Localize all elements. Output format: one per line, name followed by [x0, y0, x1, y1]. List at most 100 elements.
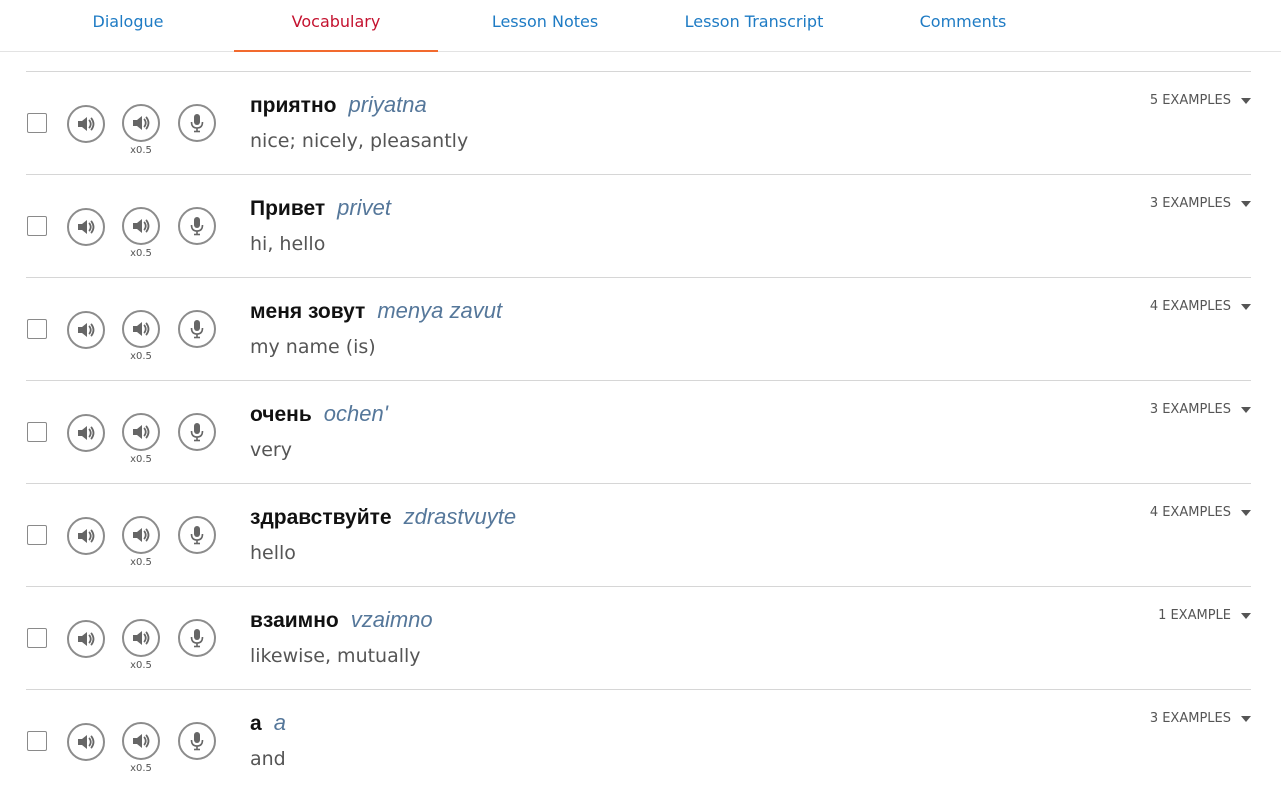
- select-word-checkbox[interactable]: [27, 422, 47, 442]
- play-slow-audio-button[interactable]: [122, 310, 160, 348]
- select-word-checkbox[interactable]: [27, 113, 47, 133]
- examples-toggle[interactable]: 1 EXAMPLE: [1158, 608, 1251, 623]
- tab-lesson-notes[interactable]: Lesson Notes: [440, 0, 650, 52]
- slow-speed-label: x0.5: [130, 145, 152, 156]
- lesson-tab-bar: Dialogue Vocabulary Lesson Notes Lesson …: [0, 0, 1281, 52]
- vocabulary-row: x0.5 Привет privet hi, hello 3 EXAMPLES: [26, 175, 1251, 278]
- record-voice-button[interactable]: [178, 413, 216, 451]
- slow-speed-label: x0.5: [130, 351, 152, 362]
- play-audio-button[interactable]: [67, 414, 105, 452]
- record-voice-button[interactable]: [178, 619, 216, 657]
- tab-comments[interactable]: Comments: [858, 0, 1068, 52]
- record-voice-button[interactable]: [178, 722, 216, 760]
- examples-toggle[interactable]: 5 EXAMPLES: [1150, 93, 1251, 108]
- speaker-icon: [133, 734, 150, 748]
- examples-toggle[interactable]: 3 EXAMPLES: [1150, 402, 1251, 417]
- play-audio-button[interactable]: [67, 723, 105, 761]
- play-audio-button[interactable]: [67, 620, 105, 658]
- english-meaning: and: [250, 748, 286, 770]
- select-word-checkbox[interactable]: [27, 319, 47, 339]
- microphone-icon: [190, 320, 204, 339]
- slow-speed-label: x0.5: [130, 557, 152, 568]
- vocabulary-row: x0.5 меня зовут menya zavut my name (is) …: [26, 278, 1251, 381]
- slow-speed-label: x0.5: [130, 454, 152, 465]
- record-voice-button[interactable]: [178, 207, 216, 245]
- tab-dialogue[interactable]: Dialogue: [24, 0, 232, 52]
- caret-down-icon: [1241, 715, 1251, 722]
- word-heading: Привет privet: [250, 195, 391, 221]
- vocabulary-row: x0.5 взаимно vzaimno likewise, mutually 1…: [26, 587, 1251, 690]
- russian-word: а: [250, 712, 262, 735]
- select-word-checkbox[interactable]: [27, 525, 47, 545]
- caret-down-icon: [1241, 97, 1251, 104]
- vocabulary-row: x0.5 аa and 3 EXAMPLES: [26, 690, 1251, 793]
- transliteration: ochen': [323, 401, 388, 426]
- tab-vocabulary[interactable]: Vocabulary: [234, 0, 438, 52]
- english-meaning: nice; nicely, pleasantly: [250, 130, 469, 152]
- word-heading: очень ochen': [250, 401, 388, 427]
- select-word-checkbox[interactable]: [27, 216, 47, 236]
- transliteration: a: [273, 710, 286, 735]
- word-heading: аa: [250, 710, 286, 736]
- speaker-icon: [78, 529, 95, 543]
- slow-speed-label: x0.5: [130, 763, 152, 774]
- microphone-icon: [190, 526, 204, 545]
- play-slow-audio-button[interactable]: [122, 104, 160, 142]
- play-slow-audio-button[interactable]: [122, 207, 160, 245]
- word-heading: приятно priyatna: [250, 92, 427, 118]
- transliteration: menya zavut: [377, 298, 503, 323]
- examples-count: 3 EXAMPLES: [1149, 196, 1231, 211]
- play-audio-button[interactable]: [67, 517, 105, 555]
- russian-word: Привет: [250, 197, 326, 220]
- examples-toggle[interactable]: 4 EXAMPLES: [1150, 299, 1251, 314]
- word-heading: меня зовут menya zavut: [250, 298, 502, 324]
- vocabulary-row: x0.5 приятно priyatna nice; nicely, pleas…: [26, 72, 1251, 175]
- caret-down-icon: [1241, 406, 1251, 413]
- examples-count: 4 EXAMPLES: [1149, 505, 1231, 520]
- russian-word: взаимно: [250, 609, 339, 632]
- play-slow-audio-button[interactable]: [122, 722, 160, 760]
- select-word-checkbox[interactable]: [27, 731, 47, 751]
- examples-toggle[interactable]: 3 EXAMPLES: [1150, 711, 1251, 726]
- record-voice-button[interactable]: [178, 516, 216, 554]
- microphone-icon: [190, 114, 204, 133]
- russian-word: приятно: [250, 94, 337, 117]
- examples-count: 3 EXAMPLES: [1149, 402, 1231, 417]
- microphone-icon: [190, 423, 204, 442]
- transliteration: priyatna: [348, 92, 427, 117]
- microphone-icon: [190, 217, 204, 236]
- vocabulary-list: x0.5 приятно priyatna nice; nicely, pleas…: [26, 71, 1251, 793]
- play-slow-audio-button[interactable]: [122, 619, 160, 657]
- speaker-icon: [78, 632, 95, 646]
- play-audio-button[interactable]: [67, 208, 105, 246]
- play-audio-button[interactable]: [67, 311, 105, 349]
- english-meaning: my name (is): [250, 336, 376, 358]
- speaker-icon: [133, 631, 150, 645]
- select-word-checkbox[interactable]: [27, 628, 47, 648]
- english-meaning: very: [250, 439, 292, 461]
- english-meaning: likewise, mutually: [250, 645, 421, 667]
- examples-toggle[interactable]: 3 EXAMPLES: [1150, 196, 1251, 211]
- slow-speed-label: x0.5: [130, 248, 152, 259]
- record-voice-button[interactable]: [178, 310, 216, 348]
- russian-word: здравствуйте: [250, 506, 392, 529]
- play-slow-audio-button[interactable]: [122, 413, 160, 451]
- tab-lesson-transcript[interactable]: Lesson Transcript: [652, 0, 856, 52]
- speaker-icon: [133, 322, 150, 336]
- caret-down-icon: [1241, 612, 1251, 619]
- record-voice-button[interactable]: [178, 104, 216, 142]
- speaker-icon: [78, 735, 95, 749]
- russian-word: меня зовут: [250, 300, 366, 323]
- speaker-icon: [78, 426, 95, 440]
- play-slow-audio-button[interactable]: [122, 516, 160, 554]
- play-audio-button[interactable]: [67, 105, 105, 143]
- speaker-icon: [133, 528, 150, 542]
- word-heading: здравствуйте zdrastvuyte: [250, 504, 516, 530]
- examples-count: 1 EXAMPLE: [1158, 608, 1231, 623]
- speaker-icon: [78, 117, 95, 131]
- examples-toggle[interactable]: 4 EXAMPLES: [1150, 505, 1251, 520]
- caret-down-icon: [1241, 509, 1251, 516]
- speaker-icon: [78, 323, 95, 337]
- word-heading: взаимно vzaimno: [250, 607, 433, 633]
- microphone-icon: [190, 629, 204, 648]
